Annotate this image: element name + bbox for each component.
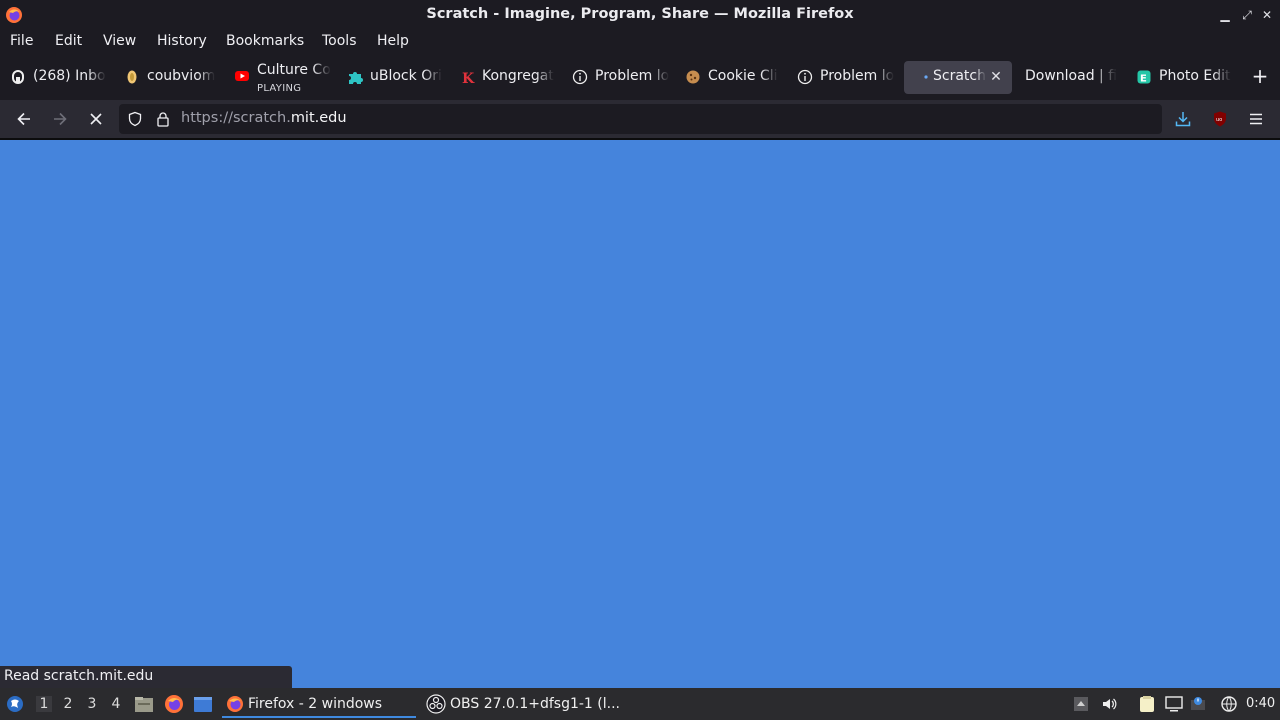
lock-icon[interactable]	[155, 111, 171, 127]
tab-problem-2[interactable]: Problem lo	[791, 61, 901, 94]
url-prefix: https://scratch.	[181, 110, 291, 126]
info-icon	[797, 69, 813, 85]
stop-loading-icon[interactable]	[86, 109, 106, 129]
photo-editor-icon: E	[1137, 70, 1151, 85]
tab-label: Download | fi	[1025, 68, 1118, 84]
status-panel: Read scratch.mit.edu	[0, 666, 292, 688]
svg-text:E: E	[1140, 74, 1147, 85]
task-firefox[interactable]: Firefox - 2 windows	[222, 690, 416, 718]
tab-playing-badge: PLAYING	[257, 83, 302, 94]
tab-download[interactable]: Download | fi	[1015, 61, 1125, 94]
info-icon	[572, 69, 588, 85]
svg-text:uo: uo	[1216, 117, 1222, 123]
minimize-button[interactable]: ▁	[1217, 7, 1233, 23]
page-content[interactable]	[0, 140, 1280, 688]
tray-arrow-icon[interactable]	[1073, 696, 1089, 712]
ublock-origin-icon[interactable]: uo	[1210, 109, 1230, 129]
url-domain: mit.edu	[290, 110, 347, 126]
firefox-icon	[227, 696, 243, 712]
cookie-icon	[686, 70, 700, 84]
tab-label: (268) Inbo	[33, 68, 106, 84]
hamburger-menu-icon[interactable]	[1246, 109, 1266, 129]
close-window-button[interactable]: ✕	[1259, 7, 1275, 23]
menu-edit[interactable]: Edit	[55, 33, 82, 49]
menu-view[interactable]: View	[103, 33, 136, 49]
kongregate-icon: K	[460, 70, 475, 85]
menu-history[interactable]: History	[157, 33, 207, 49]
menu-bookmarks[interactable]: Bookmarks	[226, 33, 304, 49]
forward-arrow-icon[interactable]	[50, 109, 70, 129]
workspace-3[interactable]: 3	[84, 696, 100, 712]
tab-photo-editor[interactable]: E Photo Edit	[1130, 61, 1240, 94]
notification-icon[interactable]	[1190, 696, 1206, 712]
url-bar[interactable]: https://scratch.mit.edu	[119, 104, 1162, 134]
window-titlebar: Scratch - Imagine, Program, Share — Mozi…	[0, 0, 1280, 29]
tab-label: Cookie Cli	[708, 68, 778, 84]
tab-label: Culture Co	[257, 62, 331, 78]
new-tab-button[interactable]: +	[1250, 66, 1270, 86]
coub-icon	[127, 70, 137, 84]
menu-help[interactable]: Help	[377, 33, 409, 49]
tab-label: Photo Edit	[1159, 68, 1231, 84]
network-icon[interactable]	[1220, 695, 1238, 713]
tab-coubviom[interactable]: coubviom	[118, 61, 228, 94]
tab-label: Problem lo	[595, 68, 670, 84]
volume-icon[interactable]	[1101, 696, 1117, 712]
tab-ublock[interactable]: uBlock Ori	[341, 61, 451, 94]
tab-kongregate[interactable]: K Kongregat	[453, 61, 563, 94]
clock: 0:40	[1246, 696, 1276, 711]
tab-bar: (268) Inbo coubviom Culture Co PLAYING u…	[0, 54, 1280, 100]
display-icon[interactable]	[1165, 695, 1183, 713]
tab-scratch[interactable]: Scratch ✕	[904, 61, 1012, 94]
terminal-icon[interactable]	[193, 695, 213, 713]
task-label: OBS 27.0.1+dfsg1-1 (l...	[450, 696, 620, 712]
workspace-1[interactable]: 1	[36, 696, 52, 712]
obs-icon	[426, 694, 446, 714]
puzzle-icon	[349, 72, 363, 84]
loading-dot-icon	[924, 75, 928, 79]
maximize-button[interactable]: ⤢	[1239, 7, 1255, 23]
back-arrow-icon[interactable]	[14, 109, 34, 129]
url-text: https://scratch.mit.edu	[181, 110, 347, 126]
tab-culture[interactable]: Culture Co PLAYING	[228, 61, 338, 94]
tab-label: coubviom	[147, 68, 216, 84]
workspace-2[interactable]: 2	[60, 696, 76, 712]
mail-icon	[12, 70, 24, 84]
menu-tools[interactable]: Tools	[322, 33, 357, 49]
tab-label: Kongregat	[482, 68, 554, 84]
file-manager-icon[interactable]	[134, 695, 154, 713]
tracking-protection-shield-icon[interactable]	[127, 111, 143, 127]
taskbar: 1 2 3 4 Firefox - 2 windows OBS 27.0.1+d…	[0, 688, 1280, 720]
tab-problem-1[interactable]: Problem lo	[566, 61, 676, 94]
svg-text:K: K	[462, 71, 475, 85]
task-label: Firefox - 2 windows	[248, 696, 383, 712]
window-title: Scratch - Imagine, Program, Share — Mozi…	[426, 6, 854, 22]
clipboard-icon[interactable]	[1138, 695, 1156, 713]
workspace-4[interactable]: 4	[108, 696, 124, 712]
youtube-icon	[235, 71, 249, 81]
start-menu-icon[interactable]	[6, 695, 24, 713]
tab-inbox[interactable]: (268) Inbo	[4, 61, 114, 94]
menubar: File Edit View History Bookmarks Tools H…	[0, 29, 1280, 54]
tab-cookie-clicker[interactable]: Cookie Cli	[679, 61, 789, 94]
menu-file[interactable]: File	[10, 33, 33, 49]
downloads-icon[interactable]	[1173, 109, 1193, 129]
task-obs[interactable]: OBS 27.0.1+dfsg1-1 (l...	[422, 690, 620, 718]
tab-label: Scratch	[933, 68, 986, 84]
firefox-launcher-icon[interactable]	[164, 694, 184, 714]
close-tab-button[interactable]: ✕	[988, 69, 1004, 85]
tab-label: uBlock Ori	[370, 68, 442, 84]
tab-label: Problem lo	[820, 68, 895, 84]
